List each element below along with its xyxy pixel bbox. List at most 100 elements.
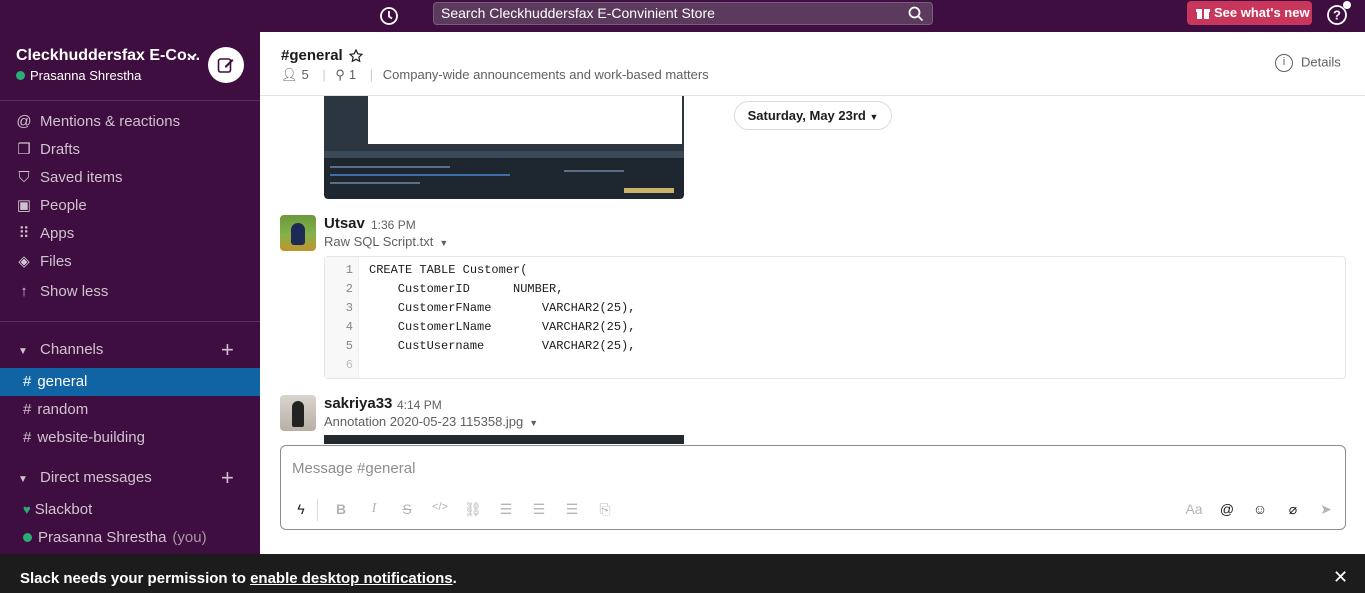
channels-section-header[interactable]: ▼ Channels bbox=[18, 338, 103, 364]
formatting-toggle[interactable]: Aa bbox=[1184, 501, 1204, 517]
code-block-icon[interactable]: ⎘ bbox=[595, 501, 615, 518]
screenshot-code-line bbox=[624, 188, 674, 193]
screenshot-page-area bbox=[368, 96, 682, 144]
avatar[interactable] bbox=[280, 215, 316, 251]
nav-files[interactable]: ◈ Files bbox=[16, 250, 71, 274]
compose-button[interactable] bbox=[208, 47, 244, 83]
arrow-up-icon: ↑ bbox=[20, 283, 28, 300]
files-stack-icon: ◈ bbox=[18, 253, 30, 270]
file-name-label: Raw SQL Script.txt bbox=[324, 234, 434, 249]
nav-saved-items[interactable]: ⛉ Saved items bbox=[16, 166, 123, 190]
info-icon: i bbox=[1275, 54, 1293, 72]
nav-apps[interactable]: ⠿ Apps bbox=[16, 222, 75, 246]
pin-count[interactable]: 1 bbox=[349, 67, 356, 82]
line-number: 5 bbox=[345, 339, 353, 353]
message-author[interactable]: sakriya33 bbox=[324, 395, 392, 412]
banner-prefix: Slack needs your permission to bbox=[20, 570, 251, 587]
nav-label: Mentions & reactions bbox=[40, 113, 181, 130]
message-timestamp[interactable]: 1:36 PM bbox=[371, 218, 416, 232]
meta-separator: | bbox=[322, 67, 326, 82]
search-placeholder: Search Cleckhuddersfax E-Convinient Stor… bbox=[441, 5, 715, 21]
channel-title[interactable]: #general bbox=[281, 47, 343, 64]
nav-label: Drafts bbox=[40, 141, 81, 158]
screenshot-code-line bbox=[330, 174, 510, 176]
gift-icon bbox=[1196, 9, 1210, 19]
chevron-down-icon[interactable] bbox=[186, 51, 198, 61]
member-icon[interactable]: 👤︎ bbox=[281, 67, 298, 82]
current-user-name: Prasanna Shrestha bbox=[30, 68, 142, 83]
add-dm-button[interactable]: + bbox=[221, 466, 234, 490]
details-button[interactable]: i Details bbox=[1275, 54, 1341, 72]
dm-label: Slackbot bbox=[34, 501, 93, 518]
screenshot-attachment-preview[interactable] bbox=[324, 96, 684, 199]
dm-section-header[interactable]: ▼ Direct messages bbox=[18, 466, 152, 492]
nav-drafts[interactable]: ❐ Drafts bbox=[16, 138, 80, 162]
nav-people[interactable]: ▣ People bbox=[16, 194, 87, 218]
message-list: Saturday, May 23rd ▼ Utsav 1:36 PM Raw S… bbox=[260, 96, 1365, 444]
caret-down-icon[interactable]: ▼ bbox=[439, 238, 448, 248]
date-divider[interactable]: Saturday, May 23rd ▼ bbox=[734, 101, 892, 130]
code-line: 3 CustomerFName VARCHAR2(25), bbox=[325, 299, 636, 318]
italic-icon[interactable]: I bbox=[364, 501, 384, 517]
ordered-list-icon[interactable]: ☰ bbox=[496, 501, 516, 518]
pin-icon[interactable]: ⚲ bbox=[335, 67, 345, 82]
top-bar: Search Cleckhuddersfax E-Convinient Stor… bbox=[0, 0, 1365, 32]
emoji-icon[interactable]: ☺ bbox=[1250, 501, 1270, 517]
blockquote-icon[interactable]: ☰ bbox=[562, 501, 582, 518]
message-author[interactable]: Utsav bbox=[324, 215, 365, 232]
see-whats-new-button[interactable]: See what's new bbox=[1187, 1, 1312, 25]
code-line: 5 CustUsername VARCHAR2(25), bbox=[325, 337, 636, 356]
attachment-icon[interactable]: ⌀ bbox=[1283, 501, 1303, 518]
current-user[interactable]: Prasanna Shrestha bbox=[16, 68, 141, 83]
message-timestamp[interactable]: 4:14 PM bbox=[397, 398, 442, 412]
dm-item-self[interactable]: Prasanna Shrestha (you) bbox=[23, 526, 207, 550]
code-text: CustomerLName VARCHAR2(25), bbox=[369, 320, 636, 334]
close-icon[interactable]: ✕ bbox=[1333, 567, 1348, 588]
hash-icon: # bbox=[23, 373, 32, 390]
avatar[interactable] bbox=[280, 395, 316, 431]
workspace-name[interactable]: Cleckhuddersfax E-Co... bbox=[16, 47, 200, 65]
sidebar-divider bbox=[0, 100, 260, 101]
nav-label: Saved items bbox=[40, 169, 123, 186]
mention-icon[interactable]: @ bbox=[1217, 501, 1237, 517]
drafts-icon: ❐ bbox=[17, 141, 31, 158]
avatar-figure bbox=[291, 223, 305, 245]
nav-mentions-reactions[interactable]: @ Mentions & reactions bbox=[16, 110, 180, 134]
enable-notifications-link[interactable]: enable desktop notifications bbox=[250, 570, 453, 587]
shortcuts-lightning-icon[interactable]: ϟ bbox=[291, 501, 311, 517]
history-clock-icon[interactable] bbox=[378, 5, 400, 27]
line-number: 4 bbox=[345, 320, 353, 334]
sidebar-item-general[interactable]: # general bbox=[0, 368, 260, 396]
link-icon[interactable]: ⛓ bbox=[463, 501, 483, 518]
add-channel-button[interactable]: + bbox=[221, 338, 234, 362]
send-icon[interactable]: ➤ bbox=[1316, 501, 1336, 518]
bulleted-list-icon[interactable]: ☰ bbox=[529, 501, 549, 518]
strikethrough-icon[interactable]: S bbox=[397, 501, 417, 517]
search-input[interactable]: Search Cleckhuddersfax E-Convinient Stor… bbox=[433, 2, 933, 25]
sidebar-item-random[interactable]: # random bbox=[0, 396, 260, 424]
code-snippet[interactable]: 1 CREATE TABLE Customer( 2 CustomerID NUM… bbox=[324, 256, 1346, 379]
message-composer[interactable]: Message #general ϟ B I S </> ⛓ ☰ ☰ ☰ ⎘ A… bbox=[280, 445, 1346, 530]
bold-icon[interactable]: B bbox=[331, 501, 351, 517]
people-icon: ▣ bbox=[16, 197, 32, 214]
code-icon[interactable]: </> bbox=[430, 501, 450, 513]
channel-topic[interactable]: Company-wide announcements and work-base… bbox=[383, 67, 709, 82]
caret-down-icon[interactable]: ▼ bbox=[529, 418, 538, 428]
nav-label: Show less bbox=[40, 283, 109, 300]
help-button[interactable]: ? bbox=[1326, 1, 1351, 26]
sidebar-item-website-building[interactable]: # website-building bbox=[0, 424, 260, 452]
notification-banner: Slack needs your permission to enable de… bbox=[0, 554, 1365, 593]
line-number: 3 bbox=[345, 301, 353, 315]
meta-separator: | bbox=[369, 67, 374, 82]
dm-item-slackbot[interactable]: ♥ Slackbot bbox=[23, 498, 92, 522]
file-name[interactable]: Raw SQL Script.txt ▼ bbox=[324, 234, 448, 249]
nav-show-less[interactable]: ↑ Show less bbox=[16, 280, 108, 304]
channels-header-label: Channels bbox=[40, 341, 104, 358]
member-count[interactable]: 5 bbox=[302, 67, 309, 82]
file-name[interactable]: Annotation 2020-05-23 115358.jpg ▼ bbox=[324, 414, 538, 429]
caret-down-icon: ▼ bbox=[18, 474, 28, 485]
banner-text: Slack needs your permission to enable de… bbox=[20, 570, 457, 587]
message-input[interactable]: Message #general bbox=[292, 460, 415, 477]
image-attachment-preview[interactable] bbox=[324, 435, 684, 444]
star-icon[interactable] bbox=[349, 49, 363, 63]
